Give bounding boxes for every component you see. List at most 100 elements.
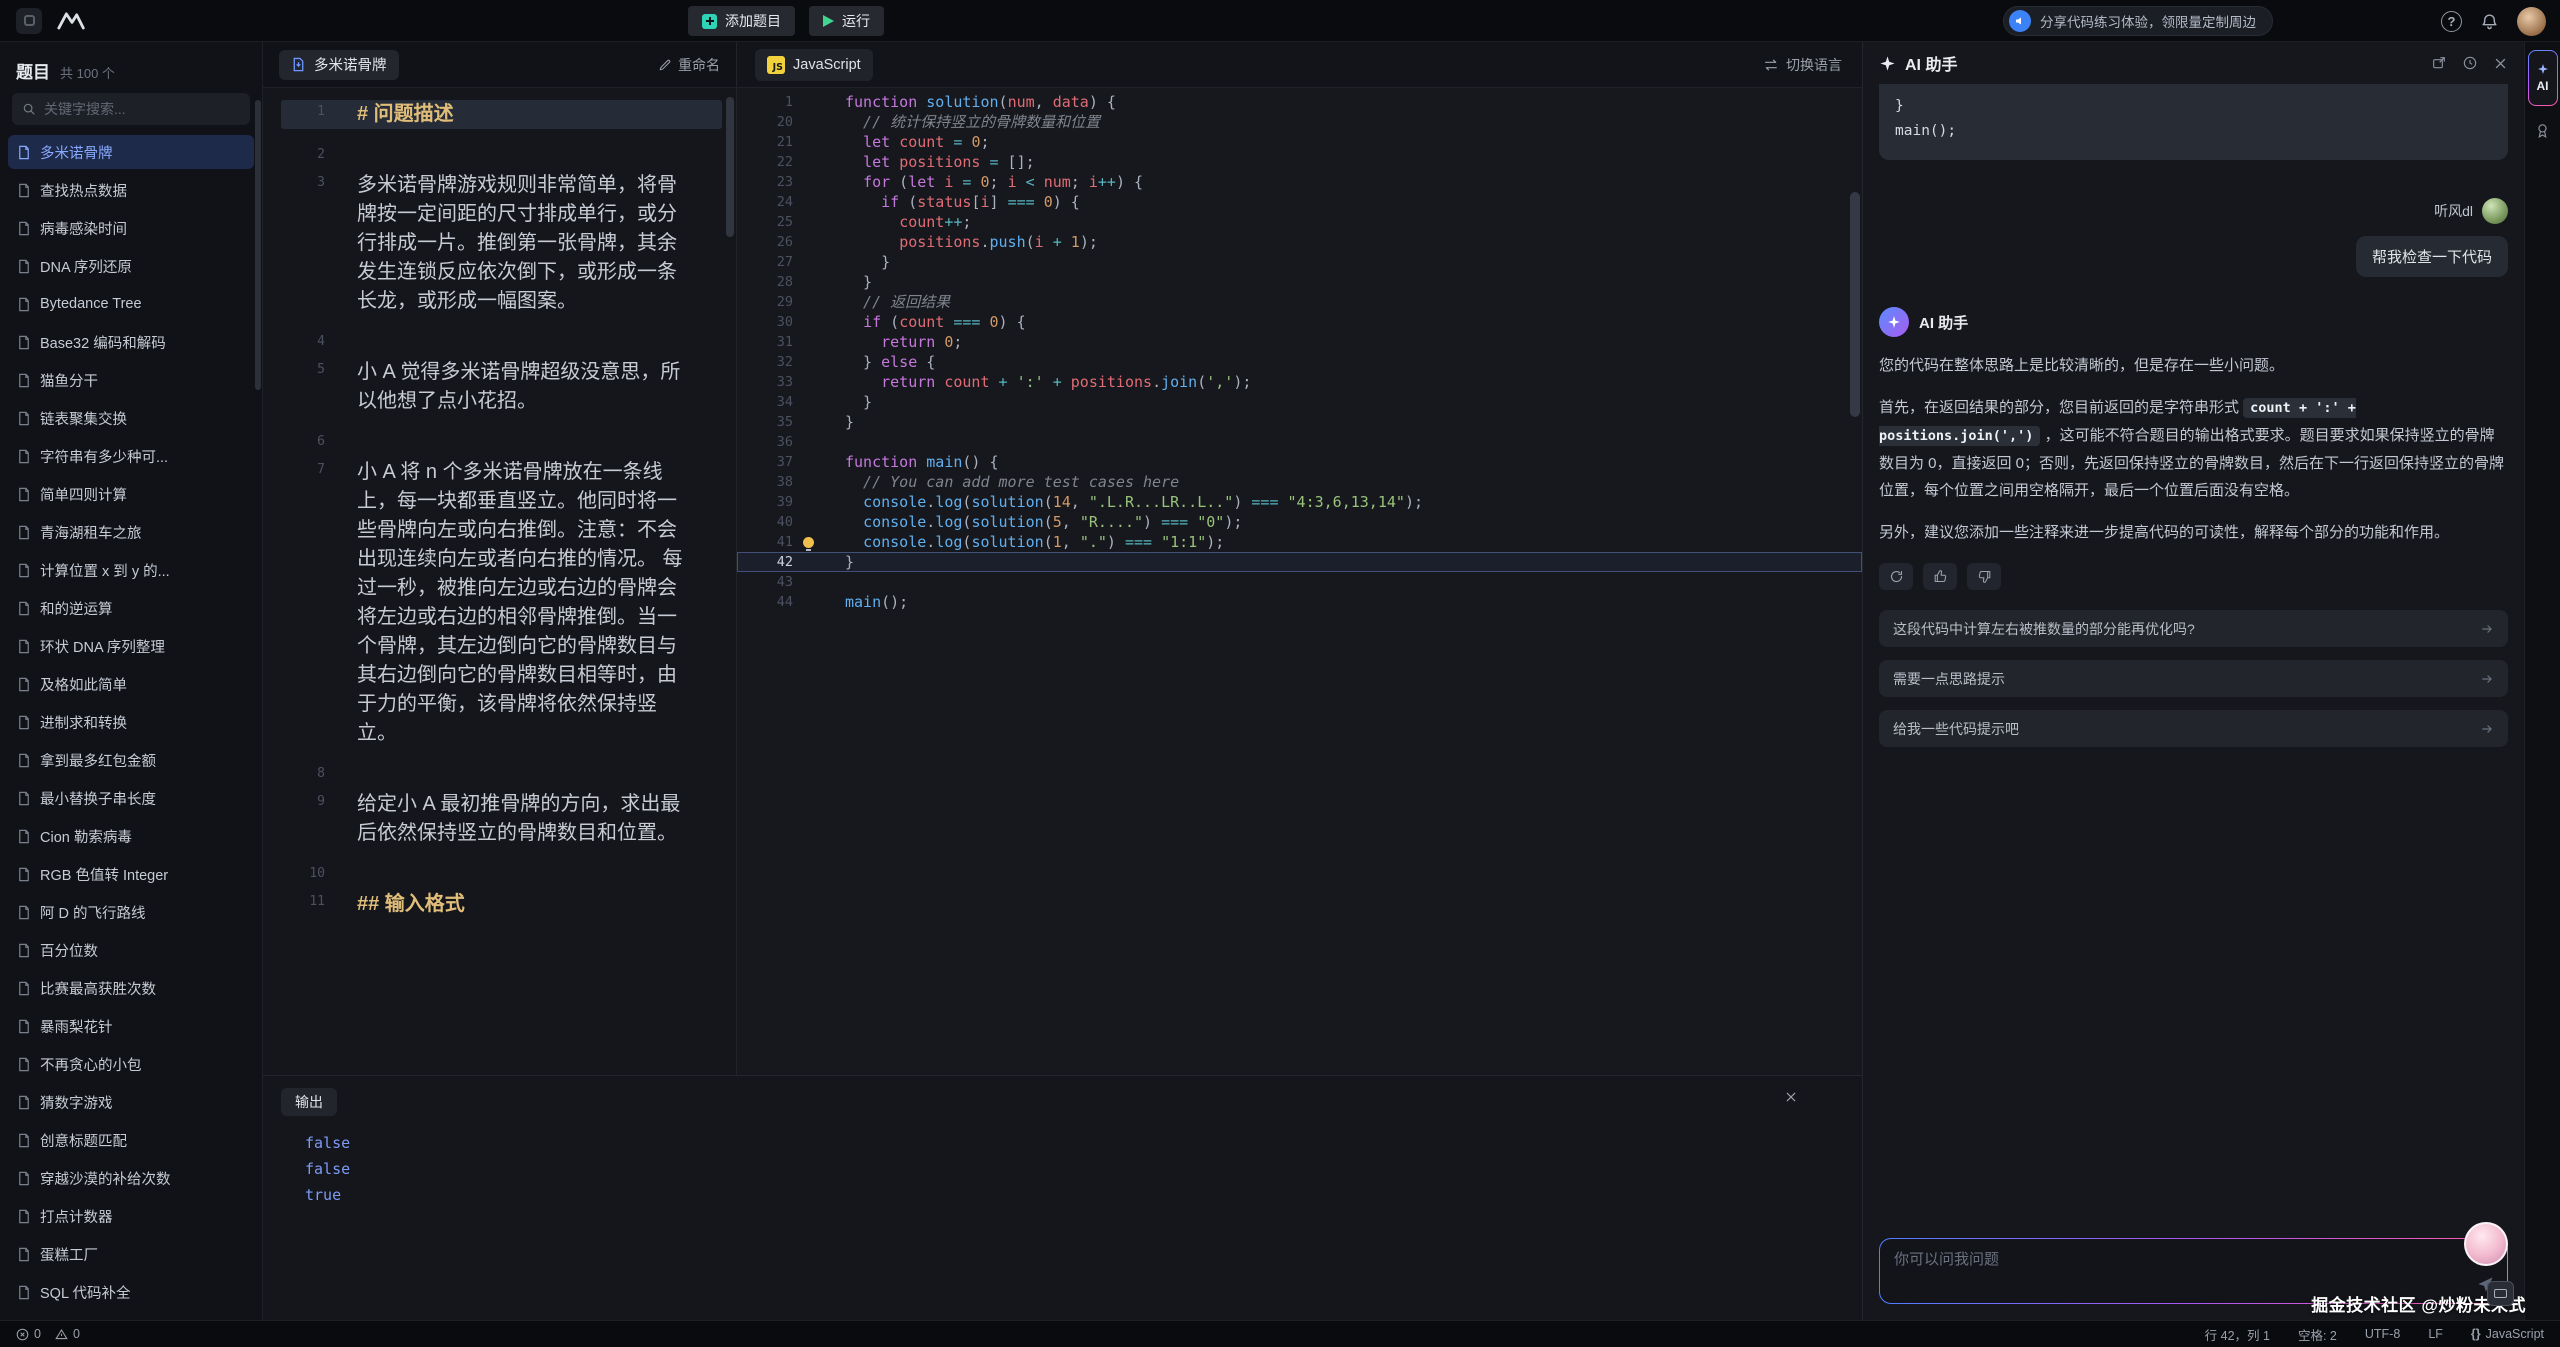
notifications-bell-icon[interactable] (2480, 12, 2499, 31)
close-icon[interactable] (2493, 56, 2508, 71)
eol-setting[interactable]: LF (2428, 1327, 2443, 1341)
help-button[interactable]: ? (2441, 11, 2462, 32)
sidebar-item[interactable]: 环状 DNA 序列整理 (8, 629, 254, 663)
code-line[interactable]: 40 console.log(solution(5, "R....") === … (737, 512, 1862, 532)
promo-banner[interactable]: 分享代码练习体验，领限量定制周边 (2003, 6, 2273, 36)
sidebar-item[interactable]: 进制求和转换 (8, 705, 254, 739)
sidebar-item[interactable]: 拿到最多红包金额 (8, 743, 254, 777)
sidebar-item[interactable]: 病毒感染时间 (8, 211, 254, 245)
ai-input[interactable] (1880, 1239, 2507, 1268)
sidebar-item[interactable]: DNA 序列还原 (8, 249, 254, 283)
code-line[interactable]: 34 } (737, 392, 1862, 412)
close-icon[interactable] (1784, 1090, 1798, 1104)
problem-tab[interactable]: 多米诺骨牌 (279, 50, 399, 80)
sidebar-item[interactable]: 猫鱼分干 (8, 363, 254, 397)
sidebar-item[interactable]: 计算位置 x 到 y 的... (8, 553, 254, 587)
sidebar-item[interactable]: Base32 编码和解码 (8, 325, 254, 359)
medal-icon[interactable] (2534, 122, 2551, 139)
sidebar-item[interactable]: 和的逆运算 (8, 591, 254, 625)
export-chat-icon[interactable] (2431, 55, 2447, 71)
problem-description[interactable]: 1# 问题描述23多米诺骨牌游戏规则非常简单，将骨牌按一定间距的尺寸排成单行，或… (263, 88, 736, 1075)
sidebar-item[interactable]: 猜数字游戏 (8, 1085, 254, 1119)
indentation-setting[interactable]: 空格: 2 (2298, 1325, 2337, 1344)
language-tab[interactable]: JS JavaScript (755, 49, 873, 81)
output-tab[interactable]: 输出 (281, 1088, 337, 1116)
thumbs-up-button[interactable] (1923, 563, 1957, 590)
description-line-number: 4 (281, 330, 339, 352)
chat-launcher-button[interactable] (2487, 1281, 2514, 1306)
code-line[interactable]: 28 } (737, 272, 1862, 292)
sidebar-item[interactable]: 比赛最高获胜次数 (8, 971, 254, 1005)
search-box[interactable] (12, 93, 250, 125)
sidebar-item[interactable]: 多米诺骨牌 (8, 135, 254, 169)
scrollbar-thumb[interactable] (255, 100, 261, 390)
code-line[interactable]: 27 } (737, 252, 1862, 272)
sidebar-item[interactable]: 青海湖租车之旅 (8, 515, 254, 549)
encoding-setting[interactable]: UTF-8 (2365, 1327, 2400, 1341)
warnings-status[interactable]: 0 (55, 1327, 80, 1341)
code-line[interactable]: 36 (737, 432, 1862, 452)
sidebar-item[interactable]: RGB 色值转 Integer (8, 857, 254, 891)
switch-language-button[interactable]: 切换语言 (1763, 55, 1842, 75)
code-line[interactable]: 41 console.log(solution(1, ".") === "1:1… (737, 532, 1862, 552)
search-input[interactable] (44, 101, 240, 117)
sidebar-item[interactable]: SQL 代码补全 (8, 1275, 254, 1309)
thumbs-down-button[interactable] (1967, 563, 2001, 590)
code-line[interactable]: 42} (737, 552, 1862, 572)
code-line[interactable]: 26 positions.push(i + 1); (737, 232, 1862, 252)
code-line[interactable]: 44main(); (737, 592, 1862, 612)
assistant-floating-avatar[interactable] (2464, 1222, 2508, 1266)
sidebar-item[interactable]: 暴雨梨花针 (8, 1009, 254, 1043)
code-line[interactable]: 20 // 统计保持竖立的骨牌数量和位置 (737, 112, 1862, 132)
user-avatar[interactable] (2517, 7, 2546, 36)
code-line[interactable]: 31 return 0; (737, 332, 1862, 352)
errors-status[interactable]: 0 (16, 1327, 41, 1341)
sidebar-item[interactable]: 查找热点数据 (8, 173, 254, 207)
suggested-question[interactable]: 需要一点思路提示 (1879, 660, 2508, 697)
add-problem-button[interactable]: 添加题目 (688, 6, 795, 36)
code-line[interactable]: 23 for (let i = 0; i < num; i++) { (737, 172, 1862, 192)
scrollbar-thumb[interactable] (726, 97, 734, 237)
regenerate-button[interactable] (1879, 563, 1913, 590)
sidebar-item[interactable]: 字符串有多少种可... (8, 439, 254, 473)
code-editor[interactable]: 1function solution(num, data) {20 // 统计保… (737, 88, 1862, 1075)
sidebar-item[interactable]: 打点计数器 (8, 1199, 254, 1233)
run-button[interactable]: 运行 (809, 6, 884, 36)
rename-button[interactable]: 重命名 (658, 55, 720, 75)
sidebar-item[interactable]: 及格如此简单 (8, 667, 254, 701)
sidebar-item[interactable]: Cion 勒索病毒 (8, 819, 254, 853)
code-line[interactable]: 25 count++; (737, 212, 1862, 232)
sidebar-item[interactable]: 穿越沙漠的补给次数 (8, 1161, 254, 1195)
code-line[interactable]: 35} (737, 412, 1862, 432)
ai-toggle-button[interactable]: AI (2528, 50, 2558, 106)
problem-count: 共 100 个 (60, 63, 115, 82)
code-line[interactable]: 30 if (count === 0) { (737, 312, 1862, 332)
scrollbar-thumb[interactable] (1850, 192, 1860, 417)
sidebar-item[interactable]: 最小替换子串长度 (8, 781, 254, 815)
sidebar-item[interactable]: 阿 D 的飞行路线 (8, 895, 254, 929)
history-icon[interactable] (2462, 55, 2478, 71)
code-line[interactable]: 22 let positions = []; (737, 152, 1862, 172)
sidebar-item[interactable]: 百分位数 (8, 933, 254, 967)
sidebar-item[interactable]: 不再贪心的小包 (8, 1047, 254, 1081)
cursor-position[interactable]: 行 42，列 1 (2205, 1325, 2270, 1344)
lightbulb-icon[interactable] (803, 537, 814, 548)
code-line[interactable]: 29 // 返回结果 (737, 292, 1862, 312)
language-mode[interactable]: {} JavaScript (2471, 1327, 2544, 1341)
code-line[interactable]: 43 (737, 572, 1862, 592)
sidebar-item[interactable]: 链表聚集交换 (8, 401, 254, 435)
code-line[interactable]: 24 if (status[i] === 0) { (737, 192, 1862, 212)
suggested-question[interactable]: 给我一些代码提示吧 (1879, 710, 2508, 747)
code-line[interactable]: 38 // You can add more test cases here (737, 472, 1862, 492)
code-line[interactable]: 32 } else { (737, 352, 1862, 372)
code-line[interactable]: 33 return count + ':' + positions.join('… (737, 372, 1862, 392)
sidebar-item[interactable]: Bytedance Tree (8, 287, 254, 321)
suggested-question[interactable]: 这段代码中计算左右被推数量的部分能再优化吗? (1879, 610, 2508, 647)
sidebar-item[interactable]: 创意标题匹配 (8, 1123, 254, 1157)
sidebar-item[interactable]: 简单四则计算 (8, 477, 254, 511)
code-line[interactable]: 39 console.log(solution(14, ".L.R...LR..… (737, 492, 1862, 512)
code-line[interactable]: 21 let count = 0; (737, 132, 1862, 152)
code-line[interactable]: 37function main() { (737, 452, 1862, 472)
code-line[interactable]: 1function solution(num, data) { (737, 92, 1862, 112)
sidebar-item[interactable]: 蛋糕工厂 (8, 1237, 254, 1271)
